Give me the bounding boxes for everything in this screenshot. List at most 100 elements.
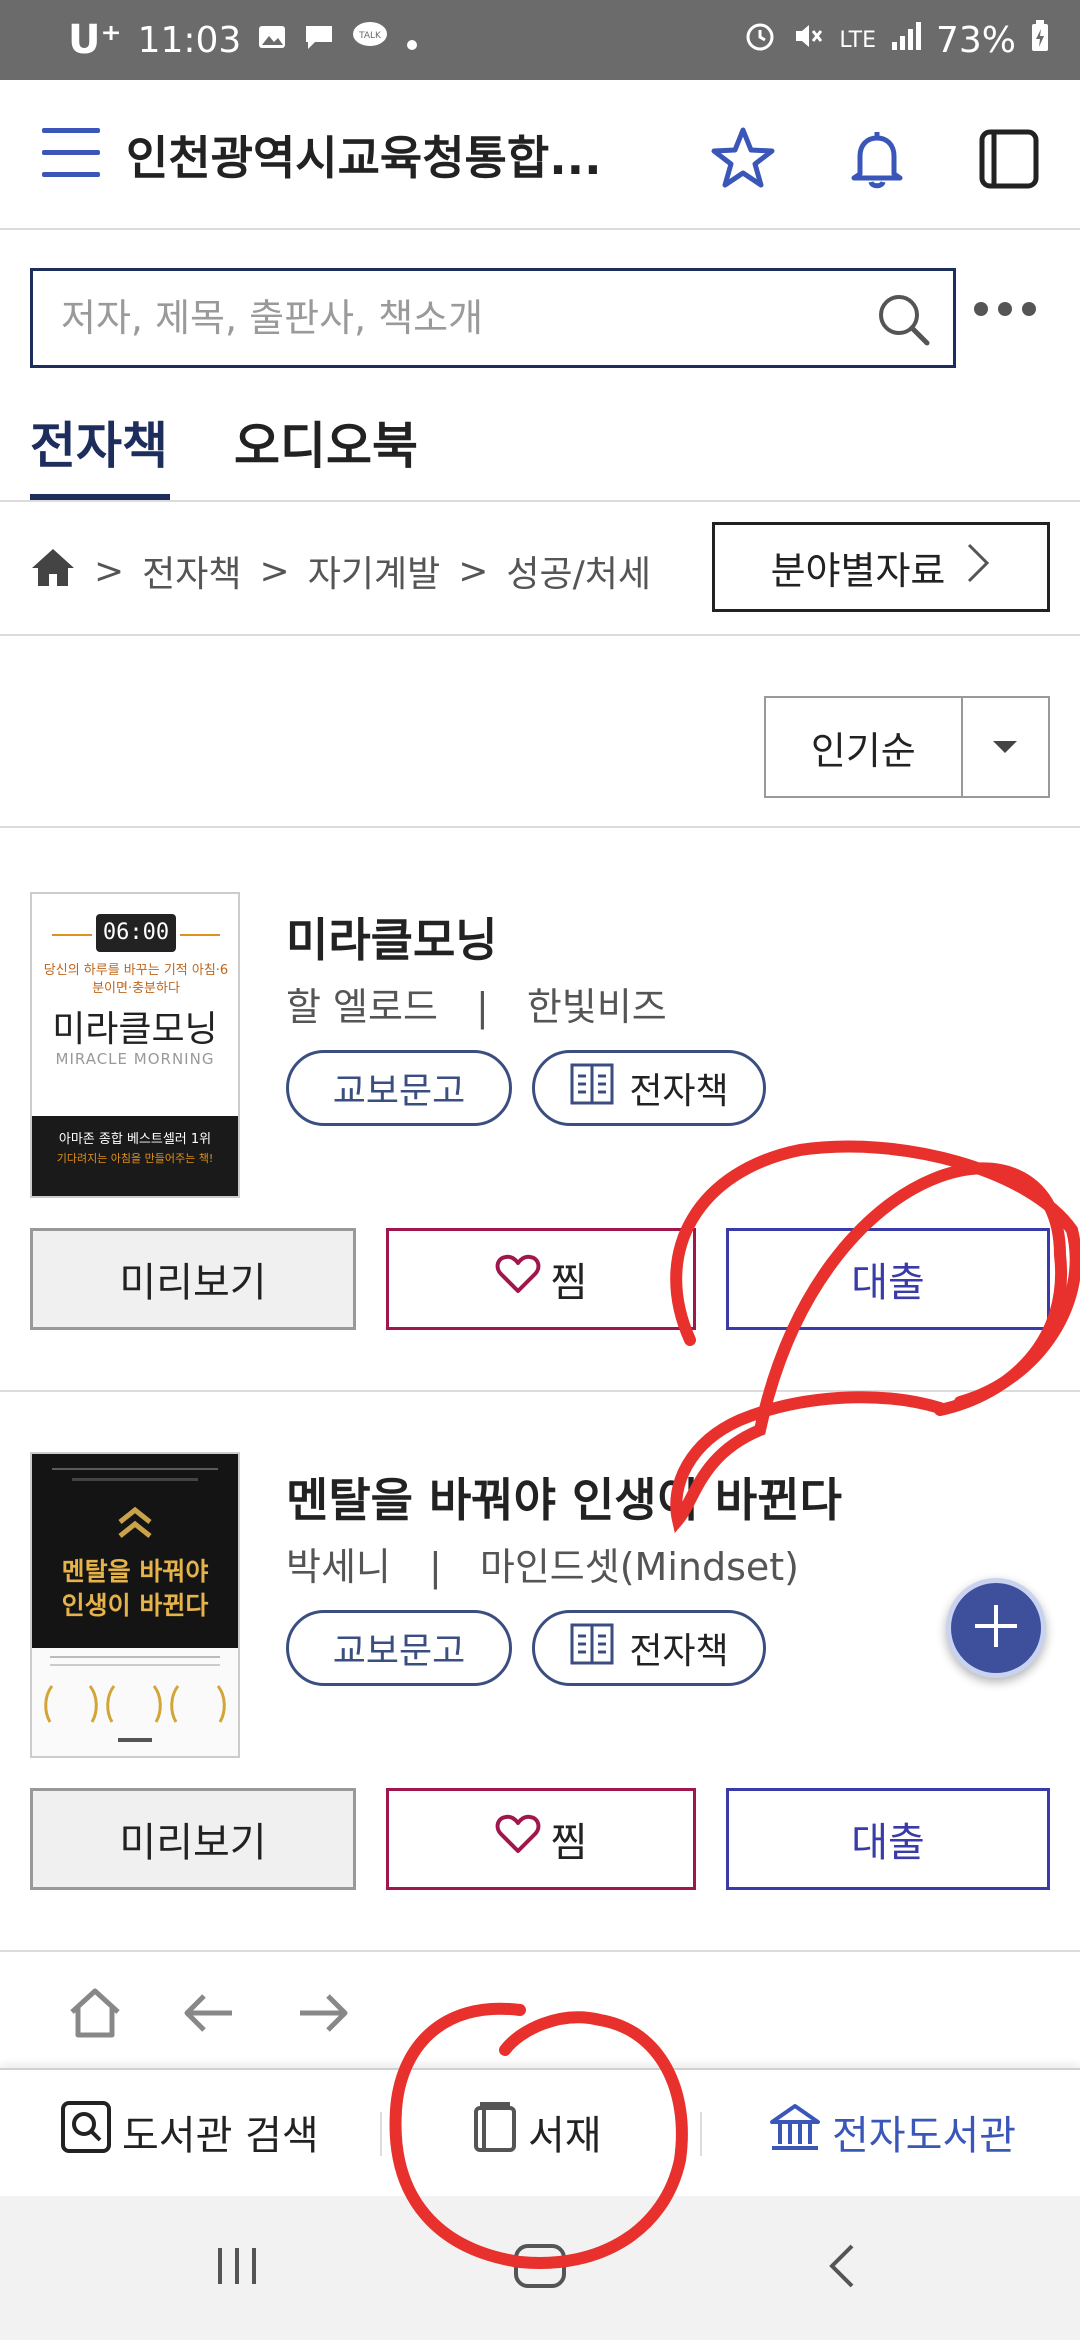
cover-line [118, 1738, 152, 1742]
talk-icon: TALK [351, 20, 389, 61]
wish-button-label: 찜 [550, 1820, 588, 1866]
star-icon[interactable] [708, 124, 778, 194]
cover-title-line: 멘탈을 바꿔야 [61, 1557, 209, 1586]
meta-separator: | [476, 985, 489, 1029]
book-meta: 박세니 | 마인드셋(Mindset) [286, 1536, 799, 1591]
tab-audiobook[interactable]: 오디오북 [234, 406, 418, 478]
plus-icon [969, 1599, 1023, 1657]
book-meta: 할 엘로드 | 한빛비즈 [286, 976, 667, 1031]
breadcrumb-separator: > [259, 550, 290, 592]
bottom-tab-e-library[interactable]: 전자도서관 [768, 2100, 1016, 2164]
category-button-label: 분야별자료 [770, 548, 946, 593]
breadcrumb-item-ebook[interactable]: 전자책 [142, 545, 241, 597]
bottom-tab-label: 서재 [528, 2113, 602, 2159]
tag-format-label: 전자책 [629, 1071, 729, 1112]
loan-button[interactable]: 대출 [726, 1788, 1050, 1890]
cover-tagline: 당신의 하루를 바꾸는 기적 아침·6분이면·충분하다 [43, 963, 229, 996]
heart-icon [495, 1253, 541, 1305]
wish-button[interactable]: 찜 [386, 1228, 696, 1330]
cover-line [52, 1468, 218, 1470]
search-box [30, 268, 956, 368]
book-frame-icon[interactable] [974, 124, 1044, 194]
cover-line [50, 1656, 220, 1658]
active-tab-indicator [30, 494, 170, 500]
library-icon [768, 2100, 822, 2164]
more-options-icon[interactable] [974, 302, 1036, 316]
cover-title: 미라클모닝 [52, 1009, 218, 1050]
alarm-icon [743, 19, 777, 62]
loan-button[interactable]: 대출 [726, 1228, 1050, 1330]
divider [0, 826, 1080, 828]
wish-button[interactable]: 찜 [386, 1788, 696, 1890]
book-publisher: 마인드셋(Mindset) [479, 1545, 800, 1589]
tab-ebook[interactable]: 전자책 [30, 406, 168, 478]
home-icon[interactable] [30, 546, 76, 597]
book-title[interactable]: 멘탈을 바꿔야 인생이 바뀐다 [286, 1464, 842, 1530]
sort-selected-value: 인기순 [810, 728, 916, 773]
breadcrumb-item-success[interactable]: 성공/처세 [506, 545, 651, 597]
cover-subtitle: MIRACLE MORNING [55, 1050, 215, 1068]
cover-band-subtext: 기다려지는 아침을 만들어주는 책! [56, 1152, 214, 1165]
category-button[interactable]: 분야별자료 [712, 522, 1050, 612]
browser-home-icon[interactable] [66, 1984, 124, 2042]
book-cover[interactable]: 멘탈을 바꿔야 인생이 바뀐다 [30, 1452, 240, 1758]
cover-clock: 06:00 [96, 914, 176, 952]
breadcrumb-item-self-development[interactable]: 자기계발 [308, 545, 440, 597]
book-title[interactable]: 미라클모닝 [286, 904, 498, 970]
book-cover[interactable]: 06:00 당신의 하루를 바꾸는 기적 아침·6분이면·충분하다 미라클모닝 … [30, 892, 240, 1198]
sort-select[interactable]: 인기순 [764, 696, 1050, 798]
tag-provider: 교보문고 [286, 1050, 512, 1126]
separator [700, 2112, 702, 2156]
preview-button[interactable]: 미리보기 [30, 1228, 356, 1330]
home-nav-icon[interactable] [510, 2240, 570, 2292]
divider [0, 634, 1080, 636]
gallery-icon [257, 20, 287, 61]
search-book-icon [60, 2100, 112, 2164]
tag-format: 전자책 [532, 1610, 766, 1686]
back-nav-icon[interactable] [822, 2240, 862, 2292]
clock: 11:03 [137, 19, 242, 61]
browser-nav [0, 1958, 1080, 2068]
chevron-up-icon [116, 1506, 154, 1546]
bottom-tab-label: 전자도서관 [832, 2113, 1016, 2159]
browser-forward-icon[interactable] [294, 1984, 352, 2042]
tag-format-label: 전자책 [629, 1631, 729, 1672]
breadcrumb-separator: > [94, 550, 125, 592]
cover-line [180, 934, 220, 936]
breadcrumb: > 전자책 > 자기계발 > 성공/처세 [30, 545, 651, 597]
separator [380, 2112, 382, 2156]
battery-icon [1030, 19, 1050, 62]
bell-icon[interactable] [842, 124, 912, 194]
recent-apps-icon[interactable] [212, 2242, 262, 2290]
tag-provider: 교보문고 [286, 1610, 512, 1686]
content-tabs: 전자책 오디오북 [0, 390, 1080, 502]
bottom-tab-library-search[interactable]: 도서관 검색 [60, 2100, 319, 2164]
cover-line [72, 1478, 198, 1481]
wish-button-label: 찜 [550, 1260, 588, 1306]
laurel-icon [42, 1682, 228, 1732]
status-bar: U⁺ 11:03 TALK LTE 73% [0, 0, 1080, 80]
search-icon[interactable] [875, 291, 933, 353]
search-input[interactable] [61, 296, 881, 340]
book-author: 박세니 [286, 1545, 391, 1589]
shelf-book-icon [472, 2100, 518, 2164]
signal-icon [890, 20, 922, 61]
bottom-tab-bar: 도서관 검색 서재 전자도서관 [0, 2068, 1080, 2196]
cover-line [52, 934, 92, 936]
menu-icon[interactable] [42, 128, 100, 178]
add-fab-button[interactable] [946, 1578, 1046, 1678]
svg-text:TALK: TALK [358, 31, 382, 41]
bottom-tab-bookshelf[interactable]: 서재 [472, 2100, 602, 2164]
book-author: 할 엘로드 [286, 985, 438, 1029]
ebook-icon [569, 1062, 615, 1115]
network-label: LTE [839, 27, 876, 53]
browser-back-icon[interactable] [180, 1984, 238, 2042]
divider [0, 1950, 1080, 1952]
cover-line [50, 1664, 220, 1666]
cover-band [32, 1648, 238, 1756]
meta-separator: | [428, 1545, 442, 1589]
carrier-label: U⁺ [68, 17, 122, 63]
app-title: 인천광역시교육청통합... [126, 131, 602, 185]
mute-icon [791, 19, 825, 62]
preview-button[interactable]: 미리보기 [30, 1788, 356, 1890]
